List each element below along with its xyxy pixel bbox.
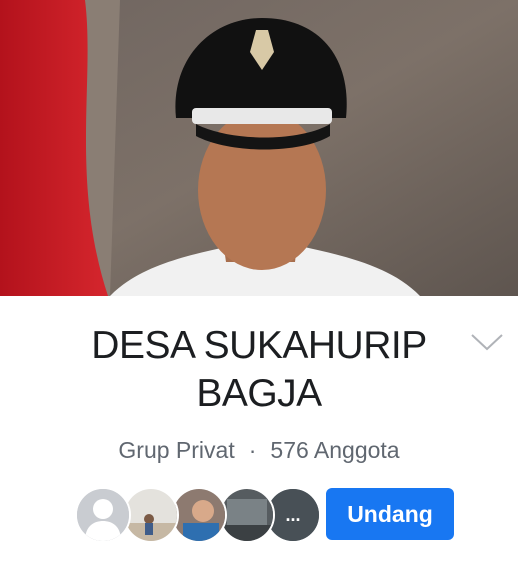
group-name-line-2: BAGJA [196, 372, 322, 415]
person-silhouette-icon [77, 489, 129, 541]
member-avatar-2[interactable] [123, 487, 179, 543]
chevron-down-icon[interactable] [470, 332, 504, 352]
member-avatar-3[interactable] [171, 487, 227, 543]
invite-button[interactable]: Undang [326, 488, 454, 540]
group-privacy: Grup Privat [118, 437, 235, 463]
meta-separator: · [248, 437, 257, 463]
group-cover-photo[interactable] [0, 0, 518, 296]
group-meta: Grup Privat · 576 Anggota [0, 434, 518, 466]
member-avatar-4[interactable] [219, 487, 275, 543]
more-members-label: ... [285, 505, 300, 525]
member-count[interactable]: 576 Anggota [270, 437, 399, 463]
group-name: DESA SUKAHURIP BAGJA [60, 322, 458, 418]
group-name-line-1: DESA SUKAHURIP [91, 324, 427, 367]
member-avatars[interactable]: ... [75, 487, 321, 545]
member-avatar-1[interactable] [75, 487, 131, 543]
